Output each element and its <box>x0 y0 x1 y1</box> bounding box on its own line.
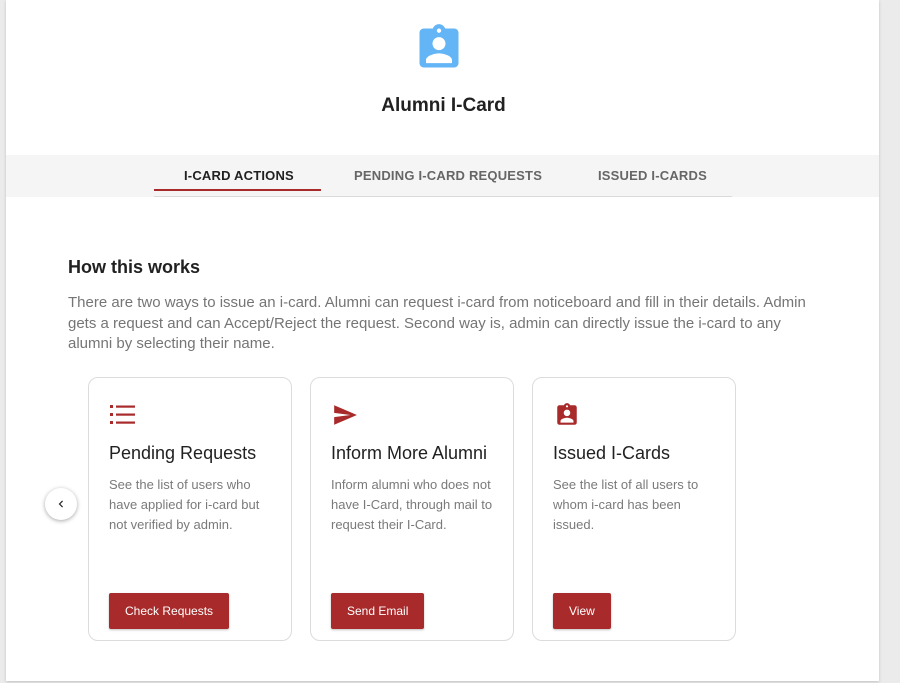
card-inform-more-alumni: Inform More Alumni Inform alumni who doe… <box>310 377 514 641</box>
chevron-left-icon <box>58 500 63 508</box>
list-icon <box>110 405 135 424</box>
card-description: Inform alumni who does not have I-Card, … <box>331 477 493 532</box>
card-title: Inform More Alumni <box>331 443 488 463</box>
active-tab-indicator <box>154 189 321 191</box>
send-email-button[interactable]: Send Email <box>331 593 425 629</box>
view-button[interactable]: View <box>553 593 611 629</box>
tab-bar: I-CARD ACTIONS PENDING I-CARD REQUESTS I… <box>6 155 879 197</box>
tab-pending-icard-requests[interactable]: PENDING I-CARD REQUESTS <box>354 168 542 183</box>
tab-icard-actions[interactable]: I-CARD ACTIONS <box>184 168 294 183</box>
card-pending-requests: Pending Requests See the list of users w… <box>88 377 292 641</box>
card-description: See the list of all users to whom i-card… <box>553 477 699 532</box>
tab-divider <box>154 196 732 197</box>
card-title: Pending Requests <box>109 443 257 463</box>
id-badge-icon <box>419 24 459 68</box>
card-description: See the list of users who have applied f… <box>109 477 260 532</box>
card-issued-icards: Issued I-Cards See the list of all users… <box>532 377 736 641</box>
id-badge-icon <box>557 403 577 425</box>
card-title: Issued I-Cards <box>553 443 671 463</box>
tab-issued-icards[interactable]: ISSUED I-CARDS <box>598 168 707 183</box>
section-title: How this works <box>68 257 201 277</box>
send-icon <box>334 405 357 425</box>
check-requests-button[interactable]: Check Requests <box>109 593 230 629</box>
carousel-prev-button[interactable] <box>45 488 77 520</box>
section-description: There are two ways to issue an i-card. A… <box>68 294 806 352</box>
page-title: Alumni I-Card <box>381 95 506 116</box>
